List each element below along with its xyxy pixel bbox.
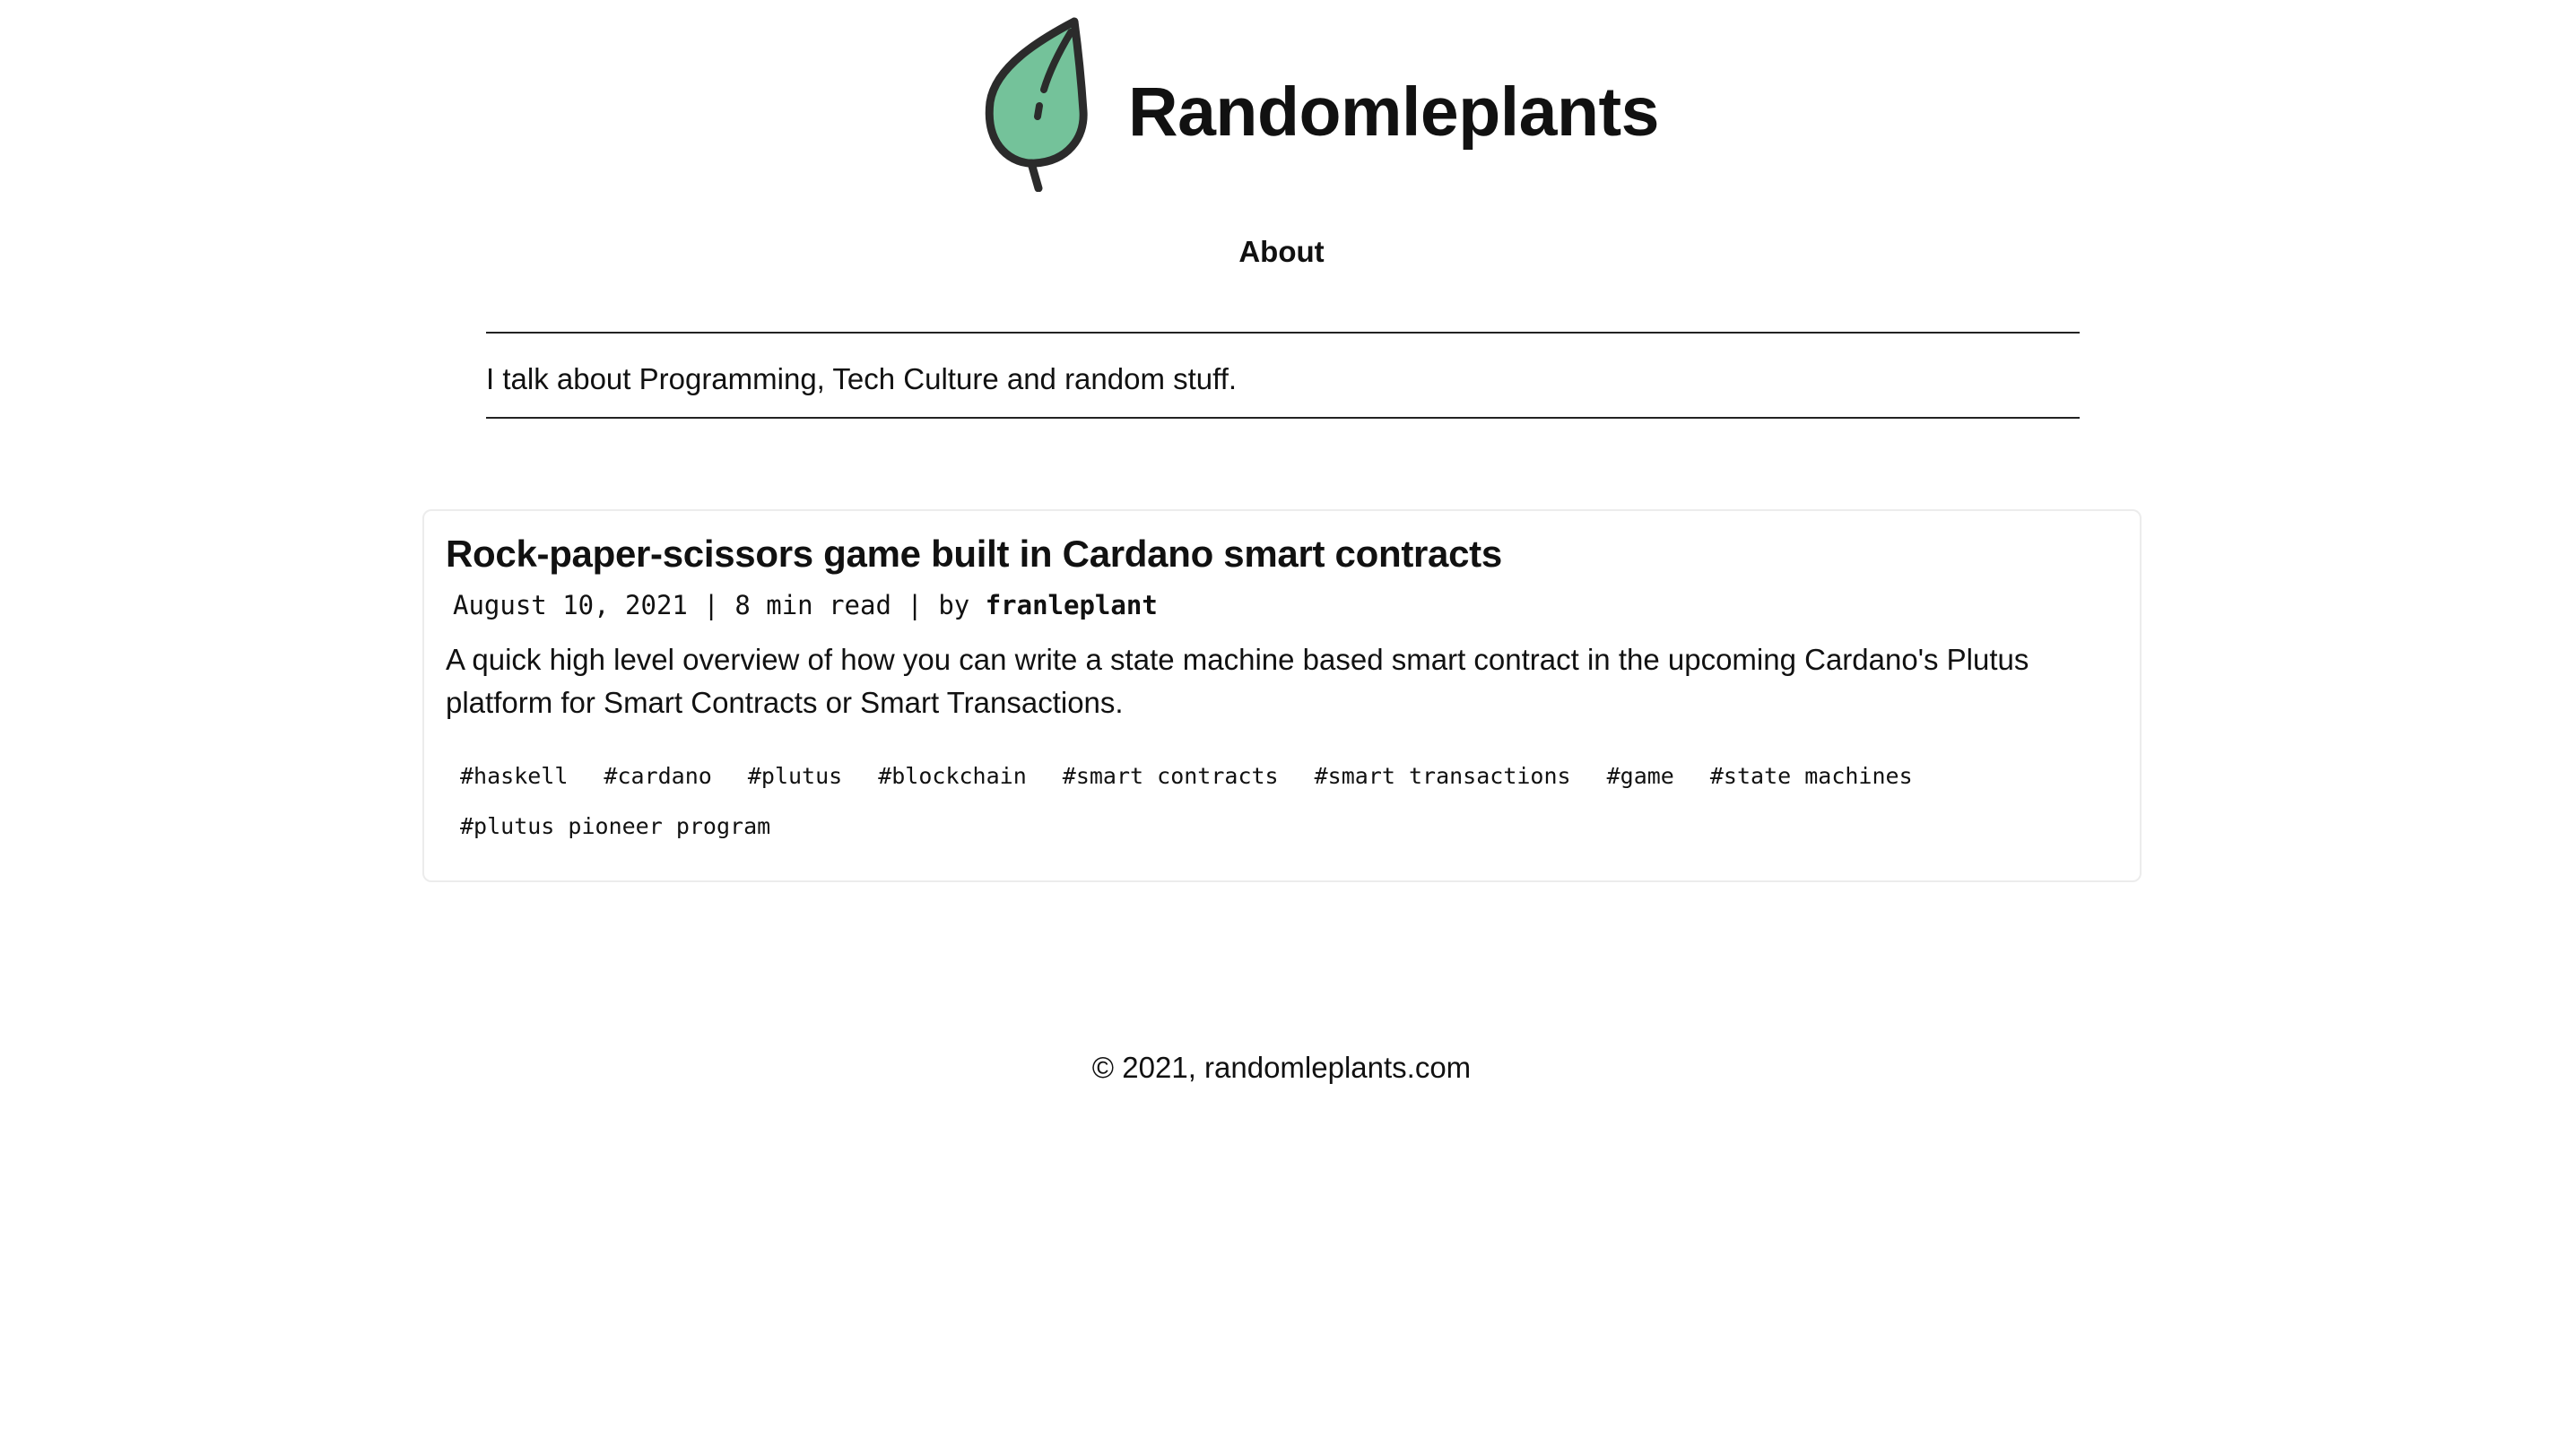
post-meta: August 10, 2021 | 8 min read | by franle… [453,590,1158,620]
tag-cardano[interactable]: #cardano [589,758,725,794]
tag-state-machines[interactable]: #state machines [1696,758,1927,794]
site-header: Randomleplants [0,0,2563,215]
post-tags: #haskell #cardano #plutus #blockchain #s… [446,758,2132,845]
site-title: Randomleplants [1128,73,1659,151]
bio-section: I talk about Programming, Tech Culture a… [486,332,2080,419]
tag-plutus[interactable]: #plutus [734,758,856,794]
tag-smart-contracts[interactable]: #smart contracts [1048,758,1293,794]
meta-separator: | [907,590,923,620]
tag-plutus-pioneer-program[interactable]: #plutus pioneer program [446,809,785,845]
tag-haskell[interactable]: #haskell [446,758,582,794]
post-read-time: 8 min read [734,590,891,620]
tag-smart-transactions[interactable]: #smart transactions [1300,758,1586,794]
meta-separator: | [703,590,719,620]
post-date: August 10, 2021 [453,590,688,620]
bio-text: I talk about Programming, Tech Culture a… [486,362,1238,395]
home-link[interactable]: Randomleplants [977,13,1659,192]
main-nav: About [0,235,2563,269]
tag-blockchain[interactable]: #blockchain [864,758,1041,794]
site-footer: © 2021, randomleplants.com [0,1051,2563,1085]
post-by-label: by [938,590,970,620]
post-author: franleplant [985,590,1158,620]
nav-about-link[interactable]: About [1238,235,1324,268]
footer-copyright: © 2021, randomleplants.com [1091,1051,1472,1084]
post-title-link[interactable]: Rock-paper-scissors game built in Cardan… [446,533,1502,576]
post-excerpt: A quick high level overview of how you c… [446,643,2029,719]
tag-game[interactable]: #game [1593,758,1689,794]
post-card: Rock-paper-scissors game built in Cardan… [422,509,2142,882]
leaf-icon [985,17,1088,192]
